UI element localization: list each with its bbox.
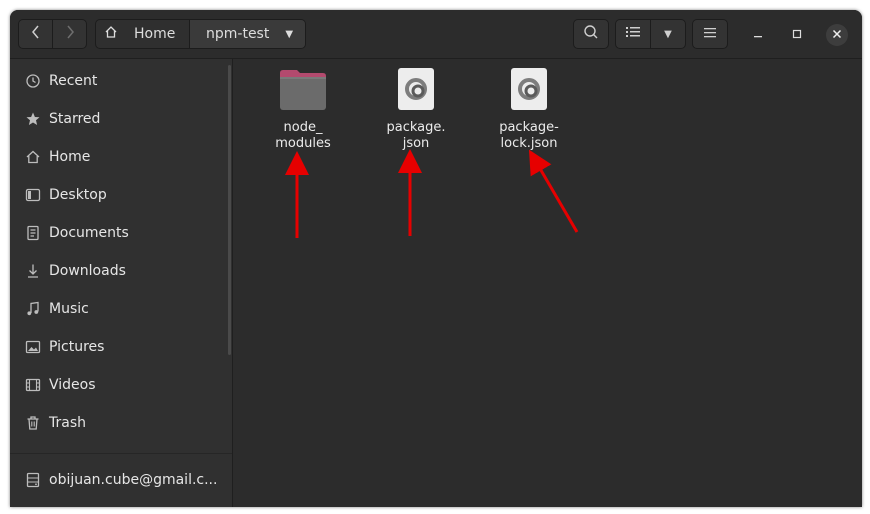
chevron-down-icon: ▼ [285,28,294,40]
file-name: node_ modules [275,120,331,151]
sidebar-item-label: Home [49,149,91,165]
sidebar-item-downloads[interactable]: Downloads [10,252,232,290]
file-item-package-lock-json[interactable]: package- lock.json [484,67,574,152]
minimize-icon [753,28,763,43]
sidebar-item-desktop[interactable]: Desktop [10,176,232,214]
close-icon [832,28,842,43]
minimize-button[interactable] [747,24,769,46]
menu-button[interactable] [692,19,728,49]
chevron-right-icon [65,25,75,43]
path-segment-current[interactable]: npm-test ▼ [190,20,305,48]
home-icon [25,149,41,165]
sidebar-item-label: Music [49,301,89,317]
maximize-button[interactable] [786,24,808,46]
search-button[interactable] [573,19,609,49]
sidebar: Recent Starred Home Desktop Documents Do… [10,59,233,507]
file-item-node-modules[interactable]: node_ modules [258,69,348,152]
back-button[interactable] [18,19,53,49]
file-name: package. json [386,120,446,151]
path-segment-label: Home [134,26,176,42]
path-bar: Home npm-test ▼ [95,19,306,49]
trash-icon [25,415,41,431]
clock-icon [25,73,41,89]
sidebar-item-recent[interactable]: Recent [10,62,232,100]
list-view-icon [626,26,640,42]
sidebar-item-label: Pictures [49,339,105,355]
forward-button[interactable] [52,19,87,49]
hamburger-menu-icon [704,26,716,42]
sidebar-item-label: Videos [49,377,96,393]
caret-down-icon: ▼ [664,28,672,40]
sidebar-item-label: Trash [49,415,86,431]
folder-icon [279,70,327,115]
maximize-icon [792,28,802,43]
star-icon [25,111,41,127]
sidebar-item-label: obijuan.cube@gmail.c... [49,472,218,488]
file-view: node_ modules package. json package- loc… [233,59,862,507]
home-icon [104,25,118,43]
sidebar-item-label: Downloads [49,263,126,279]
sidebar-item-label: Desktop [49,187,107,203]
sidebar-item-home[interactable]: Home [10,138,232,176]
sidebar-item-videos[interactable]: Videos [10,366,232,404]
headerbar: Home npm-test ▼ ▼ [10,10,862,59]
network-drive-icon [25,472,41,488]
document-icon [25,225,41,241]
sidebar-item-pictures[interactable]: Pictures [10,328,232,366]
chevron-left-icon [31,25,41,43]
sidebar-item-starred[interactable]: Starred [10,100,232,138]
sidebar-scrollbar[interactable] [228,65,231,355]
sidebar-separator [10,453,232,454]
sidebar-item-account[interactable]: obijuan.cube@gmail.c... [10,461,232,499]
sidebar-item-label: Starred [49,111,101,127]
sidebar-item-music[interactable]: Music [10,290,232,328]
close-button[interactable] [826,24,848,46]
json-file-icon [397,68,435,115]
download-icon [25,263,41,279]
picture-icon [25,339,41,355]
sidebar-item-trash[interactable]: Trash [10,404,232,442]
view-options-button[interactable]: ▼ [650,19,686,49]
sidebar-item-label: Recent [49,73,98,89]
sidebar-item-documents[interactable]: Documents [10,214,232,252]
desktop-icon [25,187,41,203]
list-view-button[interactable] [615,19,651,49]
file-item-package-json[interactable]: package. json [371,67,461,152]
music-icon [25,301,41,317]
path-segment-label: npm-test [206,26,270,42]
path-segment-home[interactable]: Home [96,20,190,48]
file-name: package- lock.json [499,120,559,151]
file-manager-window: Home npm-test ▼ ▼ Recent Starred Home De… [10,10,862,507]
search-icon [583,24,599,44]
sidebar-item-label: Documents [49,225,129,241]
video-icon [25,377,41,393]
json-file-icon [510,68,548,115]
